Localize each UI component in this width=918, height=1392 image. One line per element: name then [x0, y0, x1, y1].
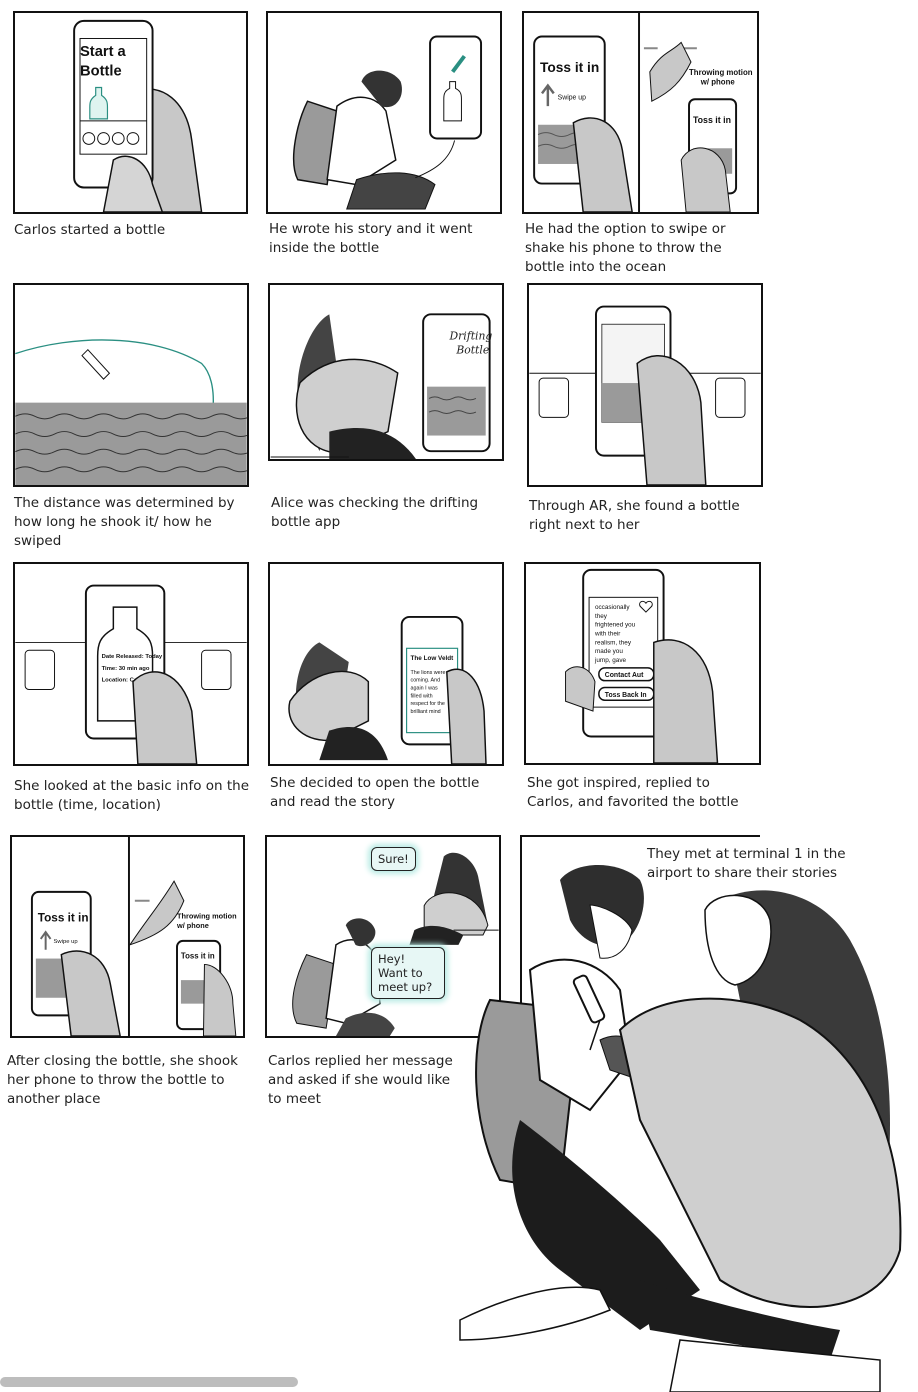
panel-7-info-time: Time: 30 min ago — [102, 666, 150, 672]
panel-10-swipe-hint: Swipe up — [53, 939, 78, 945]
panel-9-story-line4: with their — [594, 631, 621, 638]
panel-3-swipe-hint: Swipe up — [558, 94, 586, 101]
panel-10-illustration: Toss it in Swipe up Throwing motion w/ p… — [30, 837, 237, 1036]
panel-4 — [13, 283, 249, 487]
panel-1-illustration: Start a Bottle — [73, 19, 203, 212]
panel-8-story-line4: filled with — [411, 693, 433, 699]
panel-2 — [266, 11, 502, 214]
panel-5-app-title-line1: Drifting — [449, 330, 493, 343]
panel-6-illustration — [529, 305, 761, 485]
alice-message-bubble: Sure! — [371, 847, 416, 871]
panel-9-illustration: occasionally they frightened you with th… — [565, 568, 719, 763]
panel-3-motion-line2: w/ phone — [700, 78, 736, 87]
panel-7: Date Released: Today Time: 30 min ago Lo… — [13, 562, 249, 766]
carlos-message-bubble: Hey! Want to meet up? — [371, 947, 445, 999]
panel-1-title-line2: Bottle — [80, 64, 122, 80]
panel-1-title-line1: Start a — [80, 44, 127, 60]
panel-3: Toss it in Swipe up Throwing motion w/ p… — [522, 11, 759, 214]
panel-8-caption: She decided to open the bottle and read … — [270, 775, 480, 810]
panel-8-story-line3: again I was — [411, 685, 439, 691]
panel-5-caption: Alice was checking the drifting bottle a… — [271, 495, 479, 530]
panel-5: Drifting Bottle — [268, 283, 504, 461]
panel-9-story-line1: occasionally — [595, 604, 630, 611]
horizontal-scrollbar[interactable] — [0, 1377, 298, 1387]
panel-5-illustration: Drifting Bottle — [270, 313, 493, 459]
panel-11: Sure! Hey! Want to meet up? — [265, 835, 501, 1038]
panel-10-caption: After closing the bottle, she shook her … — [7, 1053, 238, 1107]
panel-9-caption: She got inspired, replied to Carlos, and… — [527, 775, 739, 810]
panel-9-story-line5: realism, they — [595, 639, 632, 646]
panel-7-info-date: Date Released: Today — [102, 654, 163, 660]
panel-8-story-line2: coming. And — [411, 678, 441, 684]
panel-3-illustration: Toss it in Swipe up Throwing motion w/ p… — [533, 13, 753, 212]
panel-8: The Low Veldt The lions were coming. And… — [268, 562, 504, 766]
panel-10-motion-line2: w/ phone — [176, 921, 209, 930]
panel-7-illustration: Date Released: Today Time: 30 min ago Lo… — [15, 584, 247, 764]
panel-3-toss-label-small: Toss it in — [693, 115, 731, 125]
panel-6 — [527, 283, 763, 487]
panel-9-story-line7: jump, gave — [594, 657, 627, 664]
panel-9-story-line3: frightened you — [595, 622, 636, 629]
panel-12-caption: They met at terminal 1 in the airport to… — [647, 846, 846, 881]
panel-2-caption: He wrote his story and it went inside th… — [269, 221, 473, 256]
toss-back-in-label: Toss Back In — [605, 692, 647, 699]
panel-9-story-line2: they — [595, 613, 608, 620]
panel-8-illustration: The Low Veldt The lions were coming. And… — [288, 615, 487, 764]
panel-11-caption: Carlos replied her message and asked if … — [268, 1053, 453, 1107]
panel-10-motion-line1: Throwing motion — [177, 911, 237, 920]
panel-8-story-line6: brilliant mind — [411, 709, 441, 715]
panel-6-caption: Through AR, she found a bottle right nex… — [529, 498, 740, 533]
panel-4-illustration — [15, 339, 247, 485]
panel-9-story-line6: made you — [595, 648, 623, 655]
panel-5-app-title-line2: Bottle — [455, 343, 489, 356]
panel-8-story-line5: respect for the — [411, 701, 445, 707]
panel-8-story-title: The Low Veldt — [411, 655, 455, 662]
contact-author-label: Contact Aut — [605, 672, 644, 679]
panel-9: occasionally they frightened you with th… — [524, 562, 761, 765]
panel-1: Start a Bottle — [13, 11, 248, 214]
panel-10-toss-label: Toss it in — [38, 911, 89, 924]
panel-3-motion-line1: Throwing motion — [689, 68, 753, 77]
panel-10-toss-label-small: Toss it in — [181, 952, 215, 961]
panel-3-caption: He had the option to swipe or shake his … — [525, 221, 726, 275]
panel-4-caption: The distance was determined by how long … — [14, 495, 235, 549]
panel-10: Toss it in Swipe up Throwing motion w/ p… — [10, 835, 245, 1038]
panel-8-story-line1: The lions were — [411, 670, 446, 676]
panel-2-illustration — [292, 35, 483, 210]
panel-3-toss-label: Toss it in — [540, 60, 599, 75]
panel-1-caption: Carlos started a bottle — [14, 222, 166, 238]
panel-7-caption: She looked at the basic info on the bott… — [14, 778, 250, 813]
